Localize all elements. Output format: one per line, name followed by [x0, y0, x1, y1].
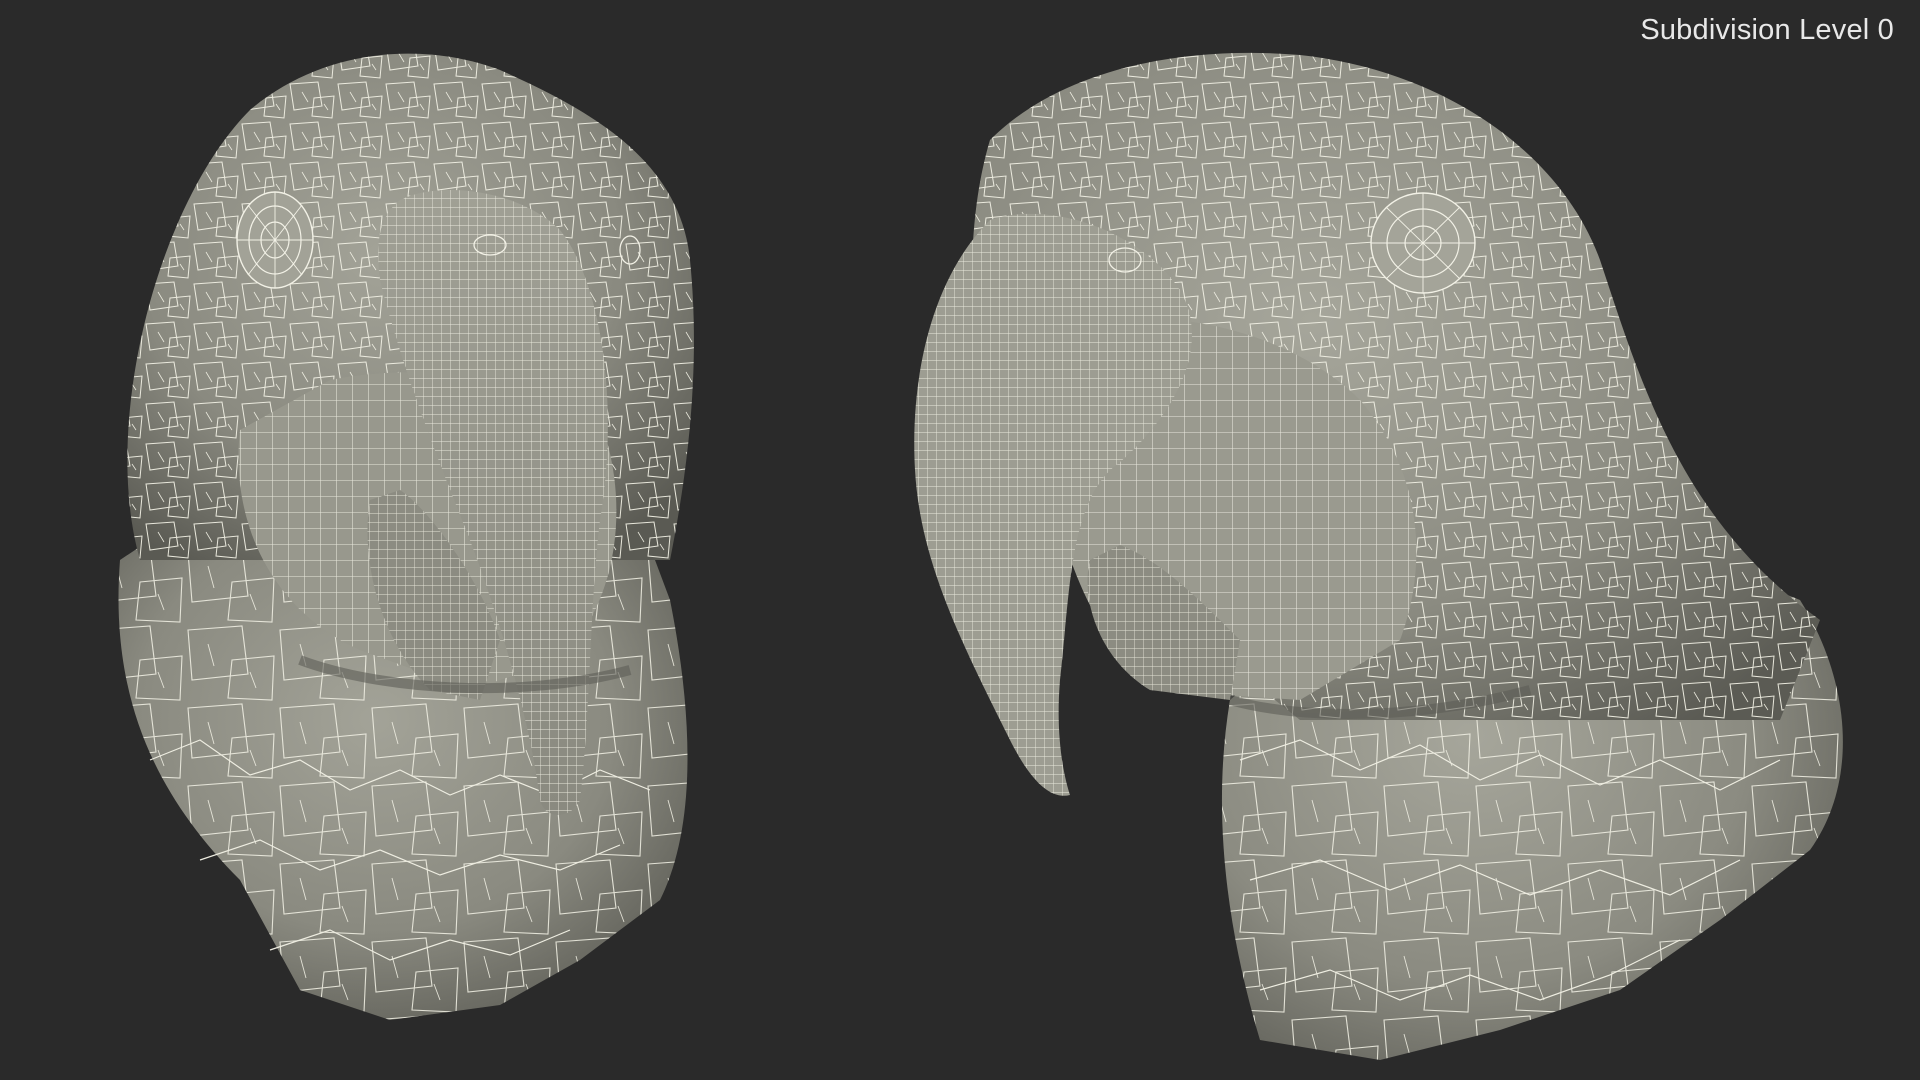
parrot-head-front-view [118, 53, 694, 1020]
wireframe-render [118, 52, 1843, 1060]
eye-side [1370, 192, 1476, 294]
parrot-head-side-view [914, 52, 1843, 1060]
eye-front-left [236, 191, 314, 289]
render-viewport: Subdivision Level 0 [0, 0, 1920, 1080]
subdivision-level-label: Subdivision Level 0 [1640, 14, 1894, 46]
